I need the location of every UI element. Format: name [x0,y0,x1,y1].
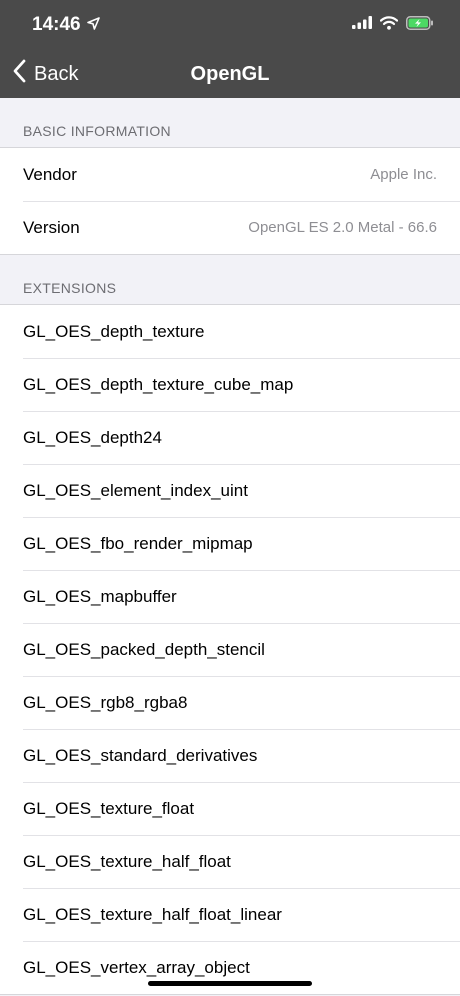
extension-name: GL_OES_texture_half_float_linear [23,904,282,924]
extension-name: GL_OES_depth_texture [23,321,205,341]
list-item-version[interactable]: Version OpenGL ES 2.0 Metal - 66.6 [0,201,460,254]
battery-icon [406,15,434,35]
list-item[interactable]: GL_OES_element_index_uint [0,464,460,517]
list-item[interactable]: GL_OES_texture_half_float [0,835,460,888]
section-header-basic-information: BASIC INFORMATION [0,98,460,148]
wifi-icon [379,15,399,35]
status-left: 14:46 [32,14,100,36]
basic-information-list: Vendor Apple Inc. Version OpenGL ES 2.0 … [0,148,460,255]
extension-name: GL_OES_mapbuffer [23,586,177,606]
list-item[interactable]: GL_OES_vertex_array_object [0,941,460,994]
extensions-list: GL_OES_depth_texture GL_OES_depth_textur… [0,305,460,995]
home-indicator[interactable] [148,981,312,986]
extension-name: GL_OES_depth_texture_cube_map [23,374,294,394]
extension-name: GL_OES_rgb8_rgba8 [23,692,188,712]
extension-name: GL_OES_texture_half_float [23,851,231,871]
location-arrow-icon [86,14,100,36]
row-value: Apple Inc. [370,166,437,183]
list-item[interactable]: GL_OES_fbo_render_mipmap [0,517,460,570]
extension-name: GL_OES_standard_derivatives [23,745,258,765]
status-right [352,15,434,35]
list-item-vendor[interactable]: Vendor Apple Inc. [0,148,460,201]
extension-name: GL_OES_vertex_array_object [23,957,250,977]
navigation-bar: Back OpenGL [0,50,460,98]
list-item[interactable]: GL_OES_depth_texture [0,305,460,358]
row-label: Vendor [23,164,77,184]
section-header-extensions: EXTENSIONS [0,255,460,305]
status-time: 14:46 [32,14,81,35]
signal-icon [352,16,372,34]
extension-name: GL_OES_fbo_render_mipmap [23,533,253,553]
extension-name: GL_OES_texture_float [23,798,195,818]
list-item[interactable]: GL_OES_packed_depth_stencil [0,623,460,676]
list-item[interactable]: GL_OES_mapbuffer [0,570,460,623]
page-title: OpenGL [190,62,270,85]
list-item[interactable]: GL_OES_depth24 [0,411,460,464]
status-bar: 14:46 [0,0,460,50]
list-item[interactable]: GL_OES_rgb8_rgba8 [0,676,460,729]
list-item[interactable]: GL_OES_texture_float [0,782,460,835]
list-item[interactable]: GL_OES_standard_derivatives [0,729,460,782]
extension-name: GL_OES_packed_depth_stencil [23,639,265,659]
extension-name: GL_OES_element_index_uint [23,480,248,500]
list-item[interactable]: GL_OES_depth_texture_cube_map [0,358,460,411]
row-label: Version [23,217,80,237]
extension-name: GL_OES_depth24 [23,427,162,447]
list-item[interactable]: GL_OES_texture_half_float_linear [0,888,460,941]
row-value: OpenGL ES 2.0 Metal - 66.6 [248,219,437,236]
